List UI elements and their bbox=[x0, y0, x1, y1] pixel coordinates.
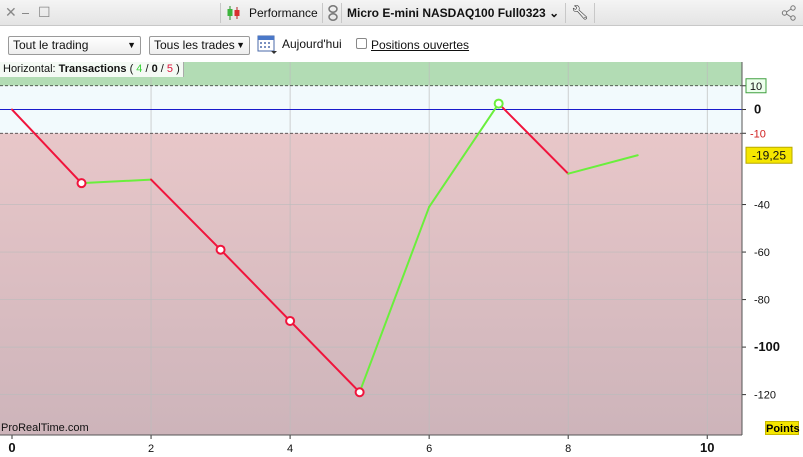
toolbar-separator bbox=[220, 3, 221, 23]
performance-chart: 10 0 -10 -40 -60 -80 -100 -120 -19,25 0 2 4 6 8 10 bbox=[0, 62, 803, 457]
candlestick-icon[interactable] bbox=[226, 5, 242, 21]
units-badge: Points bbox=[765, 421, 800, 435]
options-bar: Tout le trading ▼ Tous les trades ▼ Aujo… bbox=[0, 26, 803, 62]
open-positions-label[interactable]: Positions ouvertes bbox=[371, 38, 469, 52]
trading-scope-select[interactable]: Tout le trading ▼ bbox=[8, 36, 141, 55]
toolbar-separator bbox=[341, 3, 342, 23]
title-bar: ✕ ⎯ ☐ Performance Micro E-mini NASDAQ100… bbox=[0, 0, 803, 26]
x-tick-label: 2 bbox=[148, 443, 154, 455]
trades-filter-select[interactable]: Tous les trades ▼ bbox=[149, 36, 250, 55]
x-tick-label: 10 bbox=[700, 440, 714, 455]
trade-marker bbox=[354, 387, 365, 398]
chart-background bbox=[0, 62, 803, 457]
x-axis-area bbox=[0, 435, 803, 457]
x-tick-label: 6 bbox=[426, 443, 432, 455]
trades-filter-value: Tous les trades bbox=[154, 38, 235, 52]
minimize-icon[interactable]: ⎯ bbox=[22, 4, 29, 20]
trade-marker bbox=[285, 315, 296, 326]
y-tick-label: 0 bbox=[754, 102, 761, 117]
performance-label[interactable]: Performance bbox=[249, 6, 318, 20]
y-tick-label: -120 bbox=[754, 390, 776, 402]
even-trades-count: 0 bbox=[151, 63, 158, 75]
y-tick-label: -100 bbox=[754, 339, 780, 354]
wrench-icon[interactable]: 🔧︎ bbox=[571, 4, 589, 21]
horizontal-name: Transactions bbox=[58, 63, 127, 75]
y-tick-label: -40 bbox=[754, 200, 770, 212]
chevron-down-icon: ⌄ bbox=[549, 6, 560, 20]
trade-marker bbox=[76, 178, 87, 189]
y-tick-label: -80 bbox=[754, 295, 770, 307]
separator: / bbox=[160, 63, 164, 75]
x-tick-label: 0 bbox=[8, 440, 15, 455]
losing-trades-count: 5 bbox=[166, 63, 174, 75]
horizontal-prefix: Horizontal: bbox=[3, 63, 56, 75]
toolbar-separator bbox=[565, 3, 566, 23]
loss-zone bbox=[0, 133, 742, 435]
share-icon[interactable] bbox=[781, 5, 797, 21]
instrument-selector[interactable]: Micro E-mini NASDAQ100 Full0323 ⌄ bbox=[347, 6, 559, 20]
y-tick-label: 10 bbox=[750, 81, 762, 93]
trade-marker bbox=[215, 244, 226, 255]
x-tick-label: 8 bbox=[565, 443, 571, 455]
y-tick-label: -10 bbox=[750, 128, 766, 140]
paren-close: ) bbox=[176, 63, 180, 75]
today-label[interactable]: Aujourd'hui bbox=[282, 37, 342, 51]
trading-scope-value: Tout le trading bbox=[13, 38, 89, 52]
separator: / bbox=[145, 63, 149, 75]
paren-open: ( bbox=[129, 63, 134, 75]
calendar-icon[interactable] bbox=[257, 34, 277, 54]
brand-watermark: ProRealTime.com bbox=[1, 422, 89, 434]
winning-trades-count: 4 bbox=[136, 63, 143, 75]
y-axis-area bbox=[742, 62, 803, 435]
open-positions-checkbox[interactable] bbox=[356, 38, 367, 49]
trade-marker bbox=[493, 98, 504, 109]
link-icon[interactable] bbox=[327, 4, 339, 22]
horizontal-axis-label: Horizontal: Transactions ( 4 / 0 / 5 ) bbox=[0, 62, 184, 77]
x-tick-label: 4 bbox=[287, 443, 293, 455]
toolbar-separator bbox=[594, 3, 595, 23]
close-icon[interactable]: ✕ bbox=[5, 4, 17, 20]
instrument-name: Micro E-mini NASDAQ100 Full0323 bbox=[347, 6, 546, 20]
toolbar-separator bbox=[322, 3, 323, 23]
y-tick-label: -60 bbox=[754, 247, 770, 259]
current-value-label: -19,25 bbox=[752, 148, 786, 162]
maximize-icon[interactable]: ☐ bbox=[38, 4, 51, 20]
chevron-down-icon: ▼ bbox=[127, 40, 136, 50]
chevron-down-icon: ▼ bbox=[236, 40, 245, 50]
